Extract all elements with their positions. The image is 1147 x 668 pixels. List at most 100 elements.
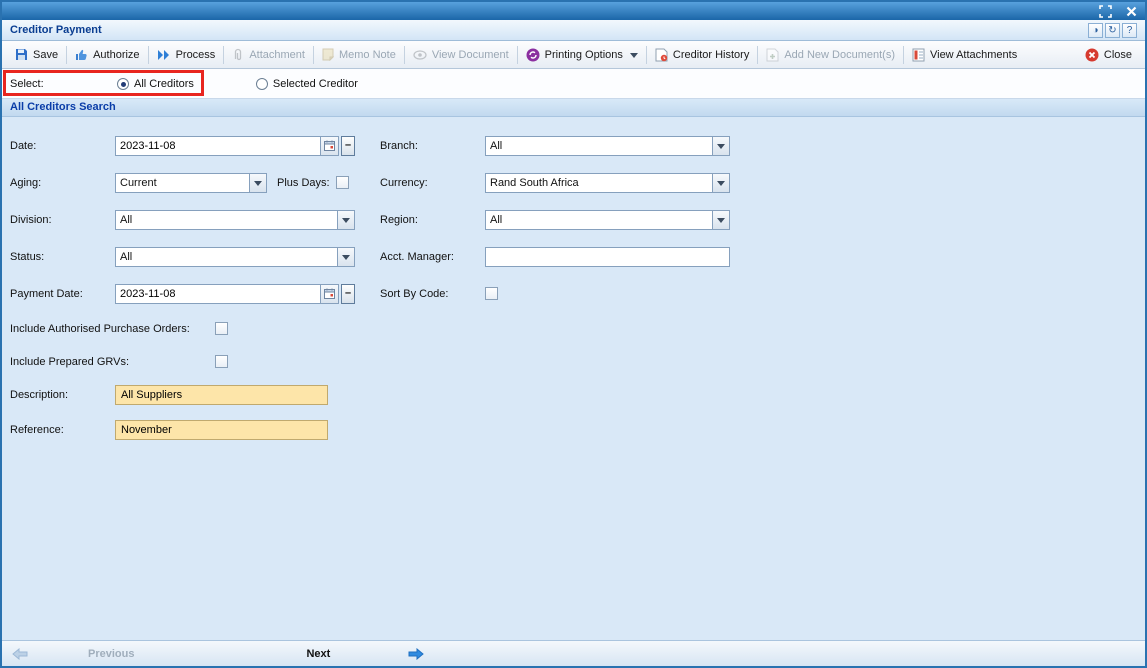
page-title: Creditor Payment bbox=[10, 24, 102, 36]
date-row: Date: bbox=[10, 127, 375, 164]
save-button[interactable]: Save bbox=[8, 45, 65, 64]
next-button[interactable]: Next bbox=[306, 648, 330, 660]
description-input[interactable] bbox=[115, 385, 328, 405]
aging-dropdown[interactable]: Current bbox=[115, 173, 267, 193]
refresh-icon[interactable]: ↻ bbox=[1105, 23, 1120, 38]
date-value[interactable] bbox=[116, 137, 320, 155]
aging-label: Aging: bbox=[10, 177, 115, 189]
view-document-button[interactable]: View Document bbox=[406, 46, 516, 64]
region-label: Region: bbox=[380, 214, 485, 226]
branch-dropdown[interactable]: All bbox=[485, 136, 730, 156]
titlebar: Creditor Payment ◑ ↻ ? bbox=[2, 20, 1145, 41]
acct-manager-label: Acct. Manager: bbox=[380, 251, 485, 263]
date-input[interactable] bbox=[115, 136, 339, 156]
paperclip-icon bbox=[232, 48, 244, 61]
payment-date-clear-button[interactable] bbox=[341, 284, 355, 304]
acct-manager-row: Acct. Manager: bbox=[380, 238, 745, 275]
save-icon bbox=[15, 48, 28, 61]
sort-by-code-label: Sort By Code: bbox=[380, 288, 485, 300]
view-attachments-button[interactable]: View Attachments bbox=[905, 45, 1024, 65]
toolbar-separator bbox=[66, 46, 67, 64]
division-row: Division: All bbox=[10, 201, 375, 238]
payment-date-input[interactable] bbox=[115, 284, 339, 304]
currency-row: Currency: Rand South Africa bbox=[380, 164, 745, 201]
branch-label: Branch: bbox=[380, 140, 485, 152]
attachments-document-icon bbox=[912, 48, 925, 62]
description-label: Description: bbox=[10, 389, 115, 401]
include-authorised-label: Include Authorised Purchase Orders: bbox=[10, 323, 215, 335]
payment-date-value[interactable] bbox=[116, 285, 320, 303]
include-authorised-checkbox[interactable] bbox=[215, 322, 228, 335]
payment-date-row: Payment Date: bbox=[10, 275, 375, 312]
radio-selected-creditor[interactable] bbox=[256, 78, 268, 90]
next-arrow-icon[interactable] bbox=[408, 648, 424, 660]
calendar-icon[interactable] bbox=[320, 137, 338, 155]
date-label: Date: bbox=[10, 140, 115, 152]
dropdown-arrow-icon[interactable] bbox=[249, 174, 266, 192]
region-value: All bbox=[486, 214, 712, 226]
toolbar-separator bbox=[223, 46, 224, 64]
reference-input[interactable] bbox=[115, 420, 328, 440]
window-close-icon[interactable] bbox=[1123, 4, 1139, 18]
option-all-creditors: All Creditors bbox=[117, 78, 194, 90]
radio-all-creditors[interactable] bbox=[117, 78, 129, 90]
form-left-column: Date: Aging: Current Plus Days: bbox=[10, 127, 375, 448]
process-button[interactable]: Process bbox=[150, 46, 223, 64]
status-value: All bbox=[116, 251, 337, 263]
memo-note-button[interactable]: Memo Note bbox=[315, 45, 403, 64]
search-form: Date: Aging: Current Plus Days: bbox=[2, 117, 1145, 640]
toolbar: Save Authorize Process Attachment Memo N… bbox=[2, 41, 1145, 69]
radio-selected-creditor-label: Selected Creditor bbox=[273, 78, 358, 90]
region-dropdown[interactable]: All bbox=[485, 210, 730, 230]
calendar-icon[interactable] bbox=[320, 285, 338, 303]
close-button[interactable]: Close bbox=[1078, 45, 1139, 65]
toolbar-separator bbox=[646, 46, 647, 64]
dropdown-arrow-icon[interactable] bbox=[712, 174, 729, 192]
date-clear-button[interactable] bbox=[341, 136, 355, 156]
include-grvs-row: Include Prepared GRVs: bbox=[10, 345, 375, 378]
dropdown-arrow-icon[interactable] bbox=[712, 211, 729, 229]
sort-by-code-checkbox[interactable] bbox=[485, 287, 498, 300]
division-dropdown[interactable]: All bbox=[115, 210, 355, 230]
toolbar-separator bbox=[404, 46, 405, 64]
status-label: Status: bbox=[10, 251, 115, 263]
close-icon bbox=[1085, 48, 1099, 62]
authorize-button[interactable]: Authorize bbox=[68, 45, 146, 64]
payment-date-label: Payment Date: bbox=[10, 288, 115, 300]
creditor-payment-window: Creditor Payment ◑ ↻ ? Save Authorize Pr… bbox=[0, 0, 1147, 668]
fullscreen-icon[interactable] bbox=[1097, 4, 1113, 18]
reference-row: Reference: bbox=[10, 411, 375, 448]
dropdown-arrow-icon[interactable] bbox=[337, 211, 354, 229]
currency-dropdown[interactable]: Rand South Africa bbox=[485, 173, 730, 193]
include-grvs-checkbox[interactable] bbox=[215, 355, 228, 368]
previous-button[interactable]: Previous bbox=[88, 648, 134, 660]
creditor-history-button[interactable]: Creditor History bbox=[648, 45, 756, 65]
dropdown-arrow-icon[interactable] bbox=[337, 248, 354, 266]
dropdown-arrow-icon[interactable] bbox=[712, 137, 729, 155]
description-row: Description: bbox=[10, 378, 375, 411]
include-grvs-label: Include Prepared GRVs: bbox=[10, 356, 215, 368]
currency-label: Currency: bbox=[380, 177, 485, 189]
plus-days-checkbox[interactable] bbox=[336, 176, 349, 189]
printing-options-button[interactable]: Printing Options bbox=[519, 45, 645, 65]
radio-all-creditors-label: All Creditors bbox=[134, 78, 194, 90]
reference-label: Reference: bbox=[10, 424, 115, 436]
previous-arrow-icon[interactable] bbox=[12, 648, 28, 660]
acct-manager-input[interactable] bbox=[485, 247, 730, 267]
theme-icon[interactable]: ◑ bbox=[1088, 23, 1103, 38]
toolbar-separator bbox=[903, 46, 904, 64]
option-selected-creditor: Selected Creditor bbox=[256, 78, 358, 90]
attachment-button[interactable]: Attachment bbox=[225, 45, 312, 64]
double-arrow-icon bbox=[157, 49, 171, 61]
division-label: Division: bbox=[10, 214, 115, 226]
add-new-document-button[interactable]: Add New Document(s) bbox=[759, 45, 902, 65]
printing-options-icon bbox=[526, 48, 540, 62]
plus-days-label: Plus Days: bbox=[277, 177, 330, 189]
currency-value: Rand South Africa bbox=[486, 177, 712, 189]
status-dropdown[interactable]: All bbox=[115, 247, 355, 267]
toolbar-separator bbox=[313, 46, 314, 64]
sort-by-code-row: Sort By Code: bbox=[380, 275, 745, 312]
footer-nav: Previous Next bbox=[2, 640, 1145, 666]
help-icon[interactable]: ? bbox=[1122, 23, 1137, 38]
select-label: Select: bbox=[10, 78, 117, 90]
